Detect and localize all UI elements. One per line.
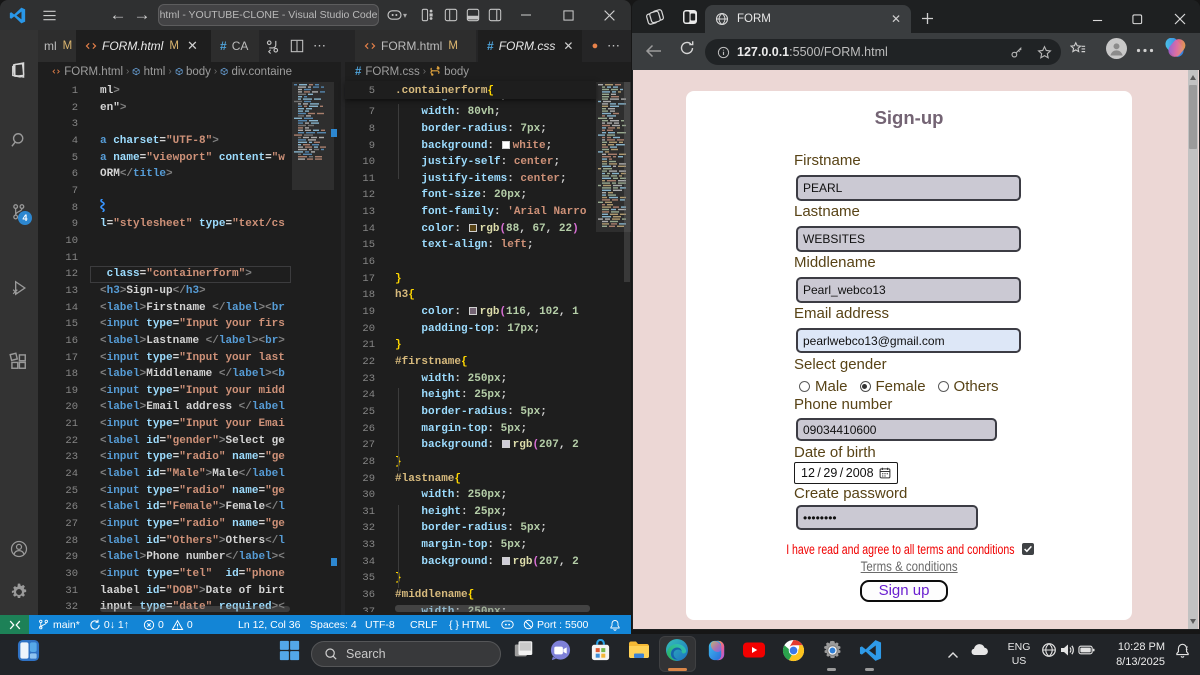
svg-text:z: z xyxy=(1185,645,1188,651)
